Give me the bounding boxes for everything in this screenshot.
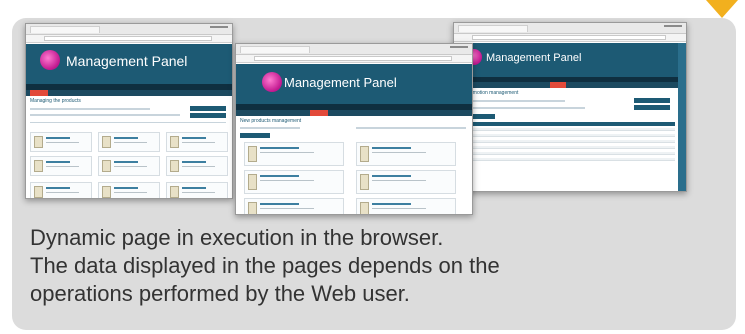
product-card: [356, 170, 456, 194]
page-heading: New products management: [240, 118, 302, 124]
page-heading: Promotion management: [465, 90, 519, 96]
browser-address-bar: [26, 35, 232, 43]
page-content: Managing the products: [26, 96, 232, 198]
site-logo-icon: [40, 50, 60, 70]
page-content: New products management: [236, 116, 472, 214]
pointer-marker-icon: [706, 0, 738, 18]
product-card: [30, 132, 92, 152]
product-card: [244, 198, 344, 214]
browser-address-bar: [454, 34, 686, 42]
app-title: Management Panel: [66, 53, 188, 69]
page-heading: Managing the products: [30, 98, 81, 104]
product-card: [244, 170, 344, 194]
browser-screenshot-promotions: Management Panel Promotion management: [453, 22, 687, 192]
product-card: [356, 198, 456, 214]
product-card: [98, 182, 160, 198]
product-card: [98, 132, 160, 152]
product-card: [166, 182, 228, 198]
product-card: [30, 182, 92, 198]
caption: Dynamic page in execution in the browser…: [30, 224, 730, 308]
site-logo-icon: [262, 72, 282, 92]
browser-screenshot-new-products: Management Panel New products management: [235, 43, 473, 215]
product-card: [166, 156, 228, 176]
product-card: [98, 156, 160, 176]
caption-line-1: Dynamic page in execution in the browser…: [30, 225, 444, 250]
product-card: [244, 142, 344, 166]
browser-tab-bar: [236, 44, 472, 55]
app-title: Management Panel: [486, 52, 582, 64]
browser-tab-bar: [26, 24, 232, 35]
browser-tab-bar: [454, 23, 686, 34]
product-card: [166, 132, 228, 152]
page-content: Promotion management: [462, 88, 678, 191]
product-card: [356, 142, 456, 166]
app-title: Management Panel: [284, 75, 397, 90]
browser-screenshot-products: Management Panel Managing the products: [25, 23, 233, 199]
caption-line-3: operations performed by the Web user.: [30, 281, 410, 306]
product-card: [30, 156, 92, 176]
browser-address-bar: [236, 55, 472, 63]
caption-line-2: The data displayed in the pages depends …: [30, 253, 500, 278]
